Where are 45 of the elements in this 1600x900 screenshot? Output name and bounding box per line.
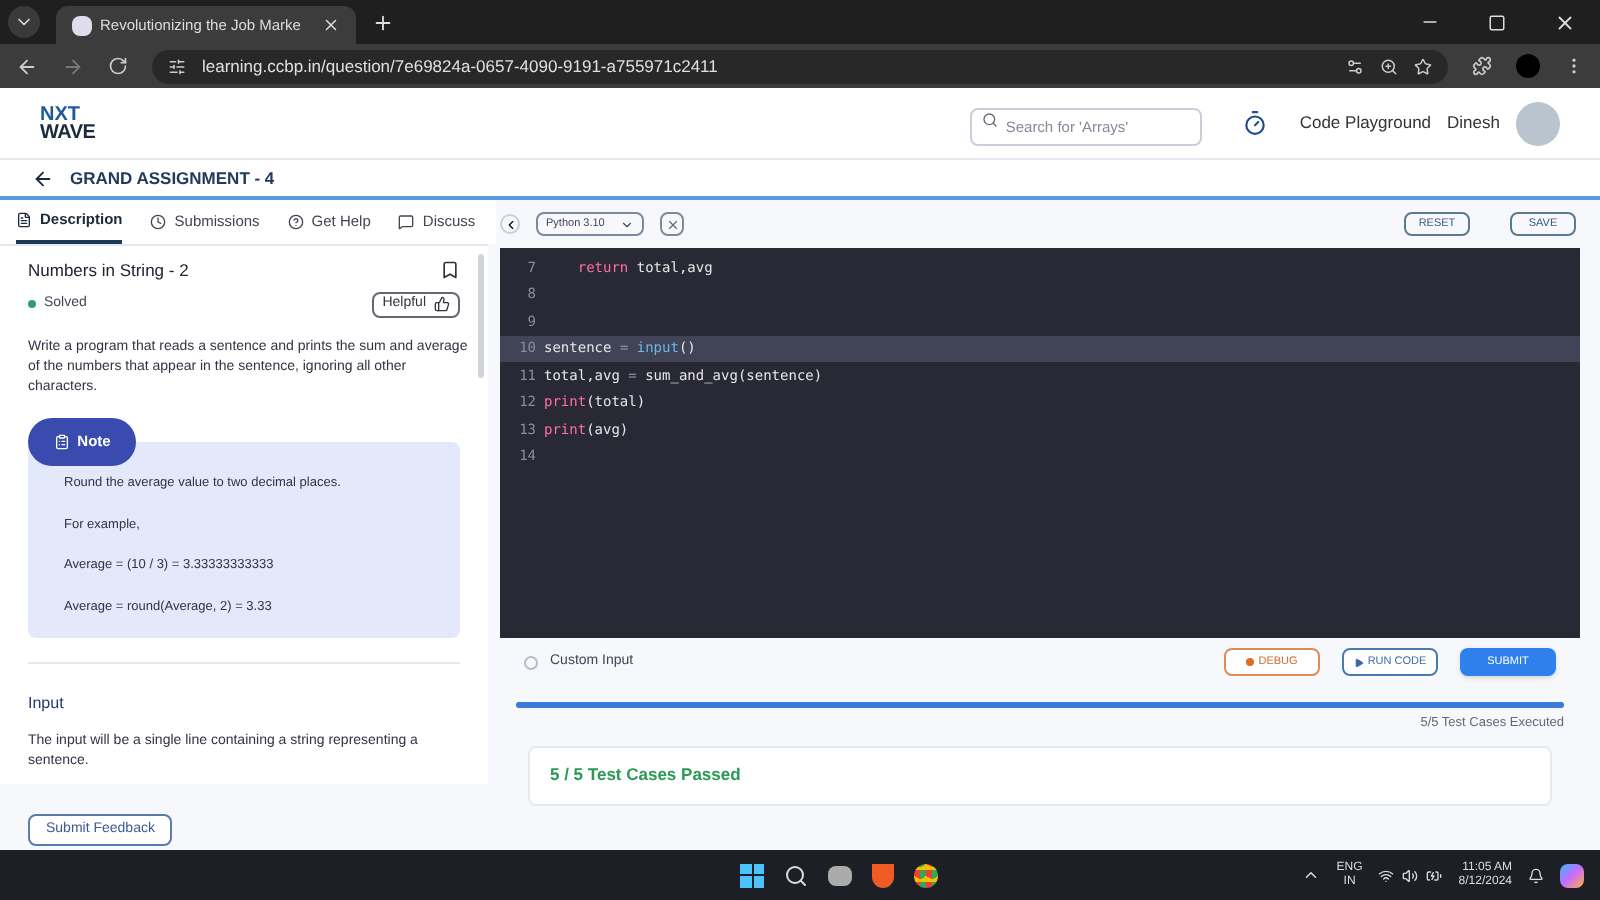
bookmark-star-icon[interactable] [1414,57,1432,75]
search-icon [981,111,998,127]
volume-icon[interactable] [1402,867,1419,883]
code-playground-link[interactable]: Code Playground [1299,110,1432,136]
back-icon[interactable] [16,55,38,77]
document-icon [16,212,32,228]
input-heading: Input [28,691,66,716]
search-taskbar-icon[interactable] [784,863,809,887]
user-name[interactable]: Dinesh [1447,110,1500,136]
logo[interactable]: NXT WAVE [40,105,96,141]
new-tab-icon[interactable] [372,12,394,34]
close-window-icon[interactable] [1554,12,1576,34]
tab-search-button[interactable] [8,6,40,38]
site-settings-icon[interactable] [168,57,186,75]
zoom-icon[interactable] [1380,57,1398,75]
notification-icon[interactable] [1528,867,1544,883]
start-icon[interactable] [740,863,765,887]
reload-icon[interactable] [108,56,128,76]
wifi-icon[interactable] [1378,867,1395,883]
copilot-icon[interactable] [1560,863,1584,887]
clock-icon [150,214,167,230]
browser-icon[interactable] [914,863,939,887]
shield-icon[interactable] [872,863,895,887]
result-text: 5 / 5 Test Cases Passed [550,762,741,789]
chat-icon [398,214,415,230]
play-icon [1353,657,1364,667]
help-icon [287,214,304,230]
thumbs-up-icon [434,296,450,313]
custom-input-checkbox[interactable] [524,655,538,669]
stopwatch-icon[interactable] [1241,110,1268,136]
collapse-icon[interactable] [500,214,520,234]
chevron-down-icon [620,217,634,231]
bookmark-icon[interactable] [440,260,460,281]
question-title: Numbers in String - 2 [28,258,189,284]
address-bar[interactable]: learning.ccbp.in/question/7e69824a-0657-4090-9191-a755971c2411 [152,49,1448,83]
page-title: GRAND ASSIGNMENT - 4 [70,165,275,191]
scrollbar[interactable] [478,254,484,378]
task-view-icon[interactable] [828,865,853,885]
favicon-icon [72,15,92,35]
battery-icon[interactable] [1426,867,1443,883]
extensions-icon[interactable] [1472,56,1492,76]
forward-icon[interactable] [62,55,84,77]
maximize-icon[interactable] [1488,14,1506,32]
back-arrow-icon[interactable] [32,167,54,189]
close-tab-icon[interactable] [322,16,340,34]
